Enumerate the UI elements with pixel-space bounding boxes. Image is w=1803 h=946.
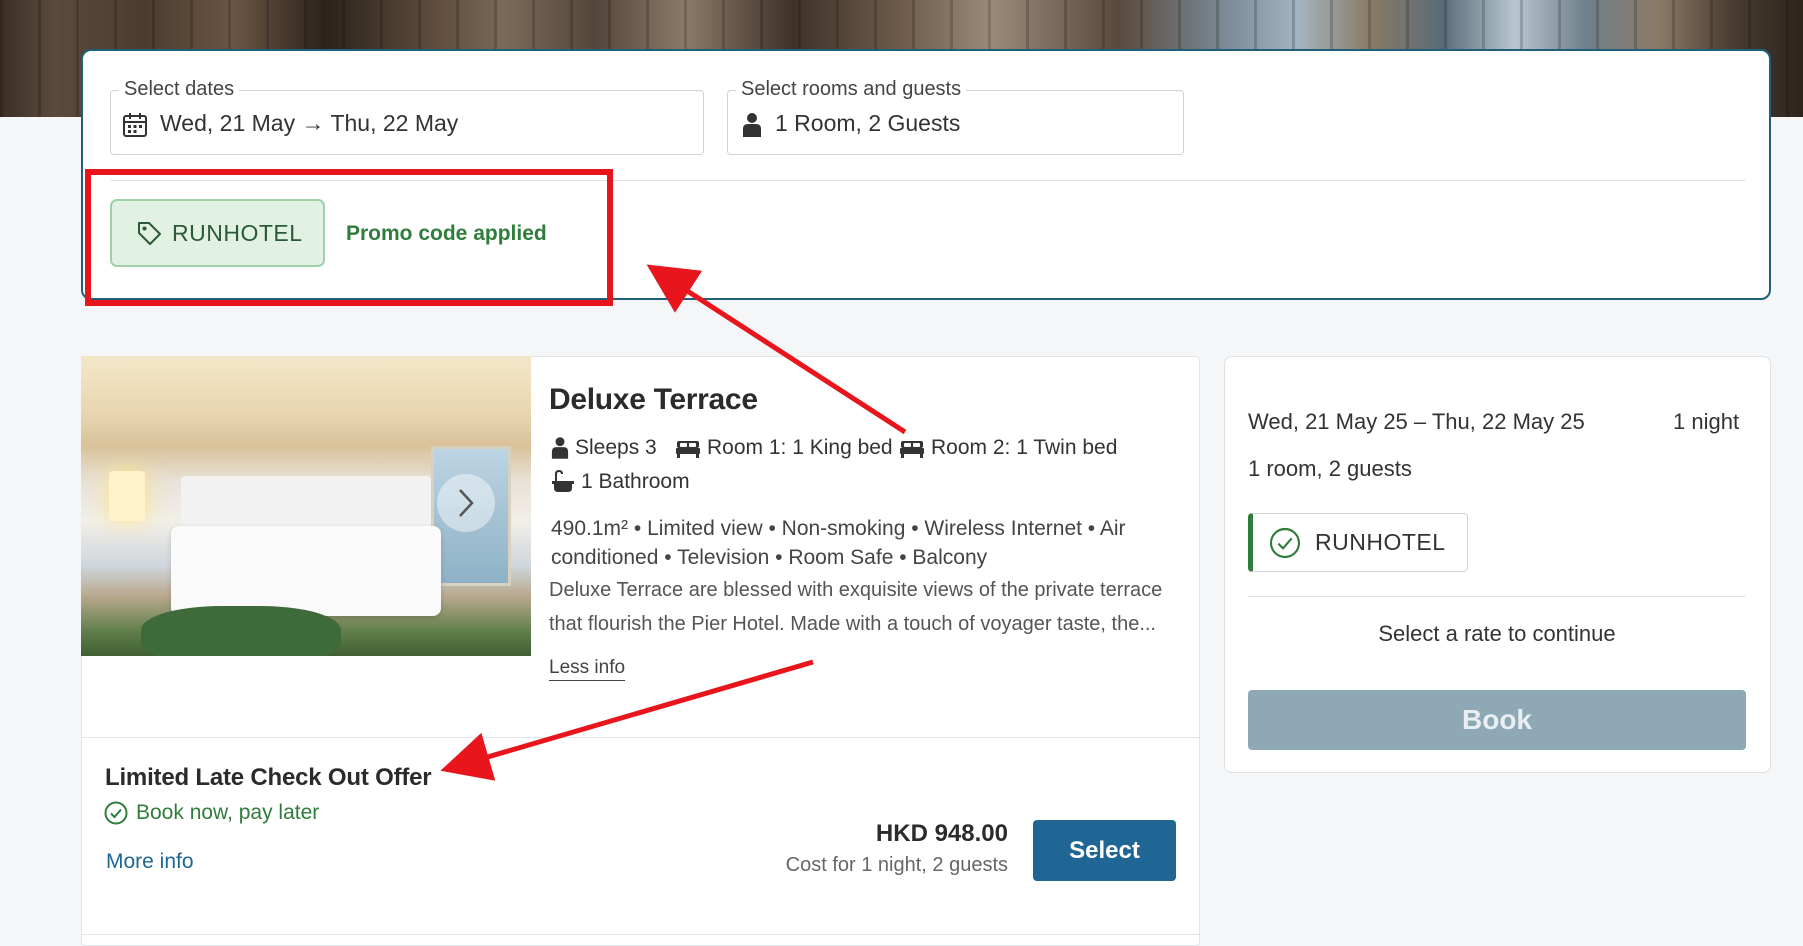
offer-title: Limited Late Check Out Offer — [105, 764, 432, 791]
chevron-right-icon — [456, 487, 476, 519]
room-description: Deluxe Terrace are blessed with exquisit… — [549, 573, 1194, 641]
amenities-list: 490.1m² • Limited view • Non-smoking • W… — [551, 517, 1126, 569]
room2-bed-text: Room 2: 1 Twin bed — [931, 436, 1118, 459]
room-photo-lamp — [109, 471, 145, 521]
offer-price-note: Cost for 1 night, 2 guests — [785, 854, 1008, 876]
select-rate-button[interactable]: Select — [1033, 820, 1176, 881]
amenity-conditioned: conditioned — [551, 546, 659, 569]
bathroom-feature: 1 Bathroom — [551, 470, 690, 494]
offer-price: HKD 948.00 — [875, 820, 1008, 847]
person-icon — [742, 112, 762, 138]
annotation-highlight-box — [85, 169, 613, 306]
check-circle-icon — [104, 801, 128, 825]
room-photo-rug — [141, 606, 341, 656]
person-icon — [551, 436, 575, 460]
summary-promo-chip: RUNHOTEL — [1248, 513, 1468, 572]
sleeps-text: Sleeps 3 — [575, 436, 657, 459]
bed-icon — [899, 437, 931, 459]
offer-divider — [81, 737, 1200, 738]
amenity-air: Air — [1099, 517, 1126, 540]
pay-later-label: Book now, pay later — [104, 801, 319, 825]
room1-bed-feature: Room 1: 1 King bed — [675, 436, 893, 460]
amenity-wifi: Wireless Internet — [924, 517, 1082, 540]
summary-dates: Wed, 21 May 25 – Thu, 22 May 25 — [1248, 409, 1585, 434]
rooms-guests-value: 1 Room, 2 Guests — [775, 110, 961, 136]
rooms-guests-label: Select rooms and guests — [736, 78, 967, 101]
amenity-tv: Television — [677, 546, 770, 569]
calendar-icon — [122, 112, 148, 138]
amenity-safe: Room Safe — [788, 546, 894, 569]
sleeps-feature: Sleeps 3 — [551, 436, 657, 460]
pay-later-text: Book now, pay later — [136, 801, 320, 824]
room-photo-bed — [171, 526, 441, 616]
amenity-view: Limited view — [647, 517, 763, 540]
continue-hint: Select a rate to continue — [1378, 621, 1616, 646]
room-description-line: that flourish the Pier Hotel. Made with … — [549, 613, 1156, 635]
amenity-size: 490.1m² — [551, 517, 629, 540]
summary-promo-code: RUNHOTEL — [1315, 529, 1446, 555]
amenity-smoking: Non-smoking — [781, 517, 906, 540]
room2-bed-feature: Room 2: 1 Twin bed — [899, 436, 1117, 460]
amenity-balcony: Balcony — [912, 546, 988, 569]
summary-divider — [1248, 596, 1746, 597]
less-info-link[interactable]: Less info — [549, 657, 626, 681]
room-title: Deluxe Terrace — [549, 383, 758, 416]
dates-value: Wed, 21 May → Thu, 22 May — [160, 110, 459, 136]
bathroom-text: 1 Bathroom — [581, 470, 690, 493]
summary-guests: 1 room, 2 guests — [1248, 456, 1412, 481]
more-info-link[interactable]: More info — [106, 850, 194, 874]
room-photo — [81, 356, 531, 656]
dates-field-label: Select dates — [119, 78, 240, 101]
room1-bed-text: Room 1: 1 King bed — [707, 436, 893, 459]
room-description-line: Deluxe Terrace are blessed with exquisit… — [549, 579, 1163, 601]
book-button[interactable]: Book — [1248, 690, 1746, 750]
bathtub-icon — [551, 470, 581, 494]
summary-nights: 1 night — [1673, 409, 1740, 434]
carousel-next-button[interactable] — [437, 474, 495, 532]
offer-divider-bottom — [81, 934, 1200, 935]
bed-icon — [675, 437, 707, 459]
check-circle-icon — [1269, 527, 1301, 559]
